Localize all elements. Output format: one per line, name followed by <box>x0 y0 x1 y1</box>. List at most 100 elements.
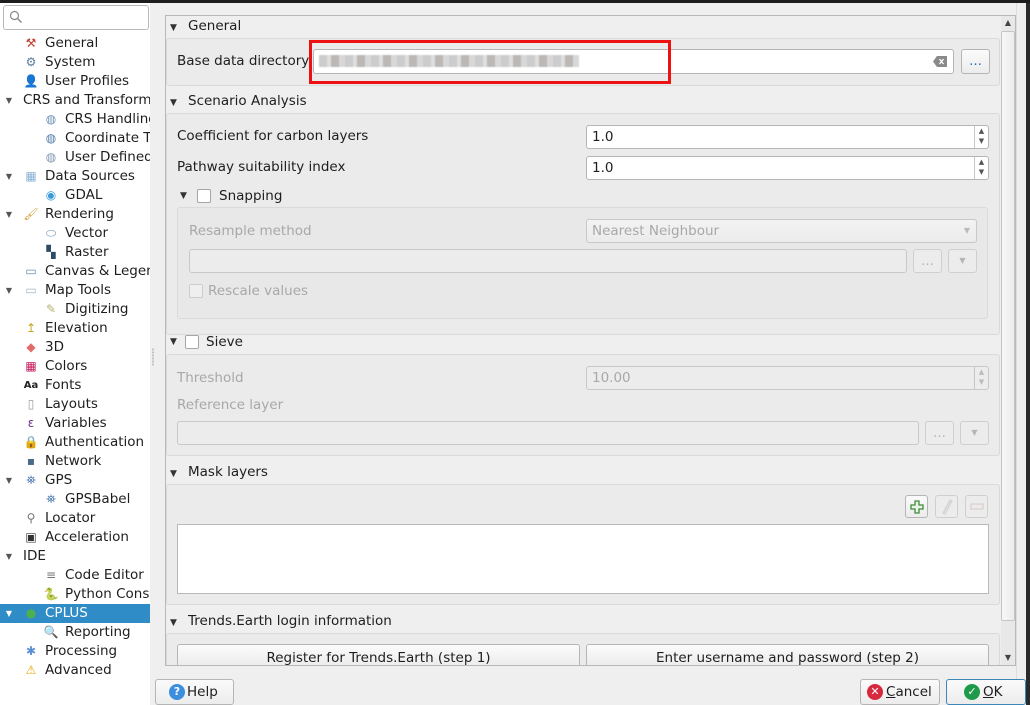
snapping-checkbox[interactable] <box>197 189 211 203</box>
pathway-spinbox[interactable]: 1.0 ▲ ▼ <box>586 156 989 180</box>
rescale-checkbox[interactable] <box>189 284 203 298</box>
sidebar-item-map-tools[interactable]: ▼ ▭ Map Tools <box>0 281 150 300</box>
spin-arrows-icon[interactable]: ▲ ▼ <box>974 126 988 148</box>
sidebar-item-general[interactable]: ⚒ General <box>0 34 150 53</box>
sidebar-item-system[interactable]: ⚙ System <box>0 53 150 72</box>
sidebar-item-user-defined-crs[interactable]: ◍ User Defined CRS <box>0 148 150 167</box>
scrollbar-thumb[interactable] <box>1001 31 1015 621</box>
spin-arrows-icon[interactable]: ▲ ▼ <box>974 157 988 179</box>
sidebar-item-layouts[interactable]: ▯ Layouts <box>0 395 150 414</box>
register-trends-earth-button[interactable]: Register for Trends.Earth (step 1) <box>177 644 580 666</box>
sidebar-item-authentication[interactable]: 🔒 Authentication <box>0 433 150 452</box>
enter-credentials-button[interactable]: Enter username and password (step 2) <box>586 644 989 666</box>
clear-input-icon[interactable] <box>933 56 947 67</box>
base-dir-browse-button[interactable]: ... <box>961 49 990 74</box>
sidebar-item-gps[interactable]: ▼ ⛯ GPS <box>0 471 150 490</box>
expand-arrow-icon[interactable]: ▼ <box>4 205 14 224</box>
gps-satellite-icon: ⛯ <box>26 473 36 487</box>
expand-arrow-icon[interactable]: ▼ <box>4 604 14 623</box>
options-sidebar: ⚒ General ⚙ System 👤 User Profiles ▼ CRS and Tr… <box>0 3 150 705</box>
sidebar-item-colors[interactable]: ▦ Colors <box>0 357 150 376</box>
trends-section-header[interactable]: ▼ Trends.Earth login information <box>170 611 392 631</box>
sidebar-item-advanced[interactable]: ⚠ Advanced <box>0 661 150 680</box>
remove-mask-layer-button[interactable] <box>965 495 988 518</box>
help-button[interactable]: ? Help <box>155 679 234 705</box>
sidebar-item-coordinate-transforms[interactable]: ◍ Coordinate Transforms <box>0 129 150 148</box>
scenario-section-header[interactable]: ▼ Scenario Analysis <box>170 91 307 111</box>
sidebar-item-variables[interactable]: ε Variables <box>0 414 150 433</box>
sidebar-item-gdal[interactable]: ◉ GDAL <box>0 186 150 205</box>
expand-arrow-icon[interactable]: ▼ <box>4 281 14 300</box>
sidebar-item-crs-handling[interactable]: ◍ CRS Handling <box>0 110 150 129</box>
sieve-checkbox[interactable] <box>185 335 199 349</box>
sidebar-item-fonts[interactable]: Aa Fonts <box>0 376 150 395</box>
sidebar-item-label: Digitizing <box>65 301 129 317</box>
sidebar-item-rendering[interactable]: ▼ 🖌 Rendering <box>0 205 150 224</box>
sidebar-item-vector[interactable]: ⬭ Vector <box>0 224 150 243</box>
sidebar-item-label: Acceleration <box>45 529 129 545</box>
sidebar-item-user-profiles[interactable]: 👤 User Profiles <box>0 72 150 91</box>
sidebar-item-label: 3D <box>45 339 64 355</box>
pathway-value: 1.0 <box>592 160 614 176</box>
add-mask-layer-button[interactable] <box>905 495 928 518</box>
sidebar-item-locator[interactable]: ⚲ Locator <box>0 509 150 528</box>
sidebar-item-cplus[interactable]: ▼ ● CPLUS <box>0 604 150 623</box>
sidebar-item-processing[interactable]: ✱ Processing <box>0 642 150 661</box>
sidebar-item-canvas-legend[interactable]: ▭ Canvas & Legend <box>0 262 150 281</box>
expand-arrow-icon[interactable]: ▼ <box>4 547 14 566</box>
reference-layer-label: Reference layer <box>177 397 284 413</box>
sidebar-item-ide[interactable]: ▼ IDE <box>0 547 150 566</box>
scroll-up-arrow-icon[interactable]: ▲ <box>1001 16 1015 30</box>
reference-layer-dropdown-button[interactable]: ▼ <box>960 421 989 445</box>
snap-layer-browse-button[interactable]: ... <box>913 249 942 273</box>
mask-section-header[interactable]: ▼ Mask layers <box>170 462 268 482</box>
expand-arrow-icon[interactable]: ▼ <box>4 167 14 186</box>
gdal-globe-icon: ◉ <box>45 188 57 202</box>
ok-button[interactable]: ✓ OK <box>946 679 1026 705</box>
snap-layer-combo[interactable] <box>189 249 907 273</box>
snap-layer-dropdown-button[interactable]: ▼ <box>948 249 977 273</box>
sidebar-item-gpsbabel[interactable]: ⛯ GPSBabel <box>0 490 150 509</box>
sidebar-item-raster[interactable]: ▚ Raster <box>0 243 150 262</box>
scroll-down-arrow-icon[interactable]: ▼ <box>1001 651 1015 665</box>
sidebar-item-label: GDAL <box>65 187 103 203</box>
search-icon <box>9 10 22 23</box>
reference-layer-combo[interactable] <box>177 421 919 445</box>
base-dir-label: Base data directory <box>177 53 310 69</box>
reference-layer-browse-button[interactable]: ... <box>925 421 954 445</box>
chevron-down-icon: ▼ <box>971 428 978 437</box>
expand-arrow-icon[interactable]: ▼ <box>4 471 14 490</box>
sidebar-item-python-console[interactable]: 🐍 Python Console <box>0 585 150 604</box>
sidebar-search-input[interactable] <box>3 5 149 30</box>
sidebar-item-code-editor[interactable]: ≡ Code Editor <box>0 566 150 585</box>
search-field[interactable] <box>24 8 144 27</box>
sidebar-item-label: Processing <box>45 643 118 659</box>
vector-polygon-icon: ⬭ <box>45 226 57 240</box>
sidebar-item-acceleration[interactable]: ▣ Acceleration <box>0 528 150 547</box>
threshold-spinbox[interactable]: 10.00 ▲ ▼ <box>586 366 989 390</box>
sidebar-item-label: Reporting <box>65 624 131 640</box>
sidebar-item-crs-and-transformations[interactable]: ▼ CRS and Transformations <box>0 91 150 110</box>
panel-scrollbar[interactable]: ▲ ▼ <box>1001 15 1016 666</box>
mask-layers-list[interactable] <box>177 524 989 594</box>
edit-mask-layer-button[interactable] <box>935 495 958 518</box>
sidebar-item-reporting[interactable]: 🔍 Reporting <box>0 623 150 642</box>
sidebar-item-digitizing[interactable]: ✎ Digitizing <box>0 300 150 319</box>
sidebar-item-3d[interactable]: ◆ 3D <box>0 338 150 357</box>
sidebar-item-elevation[interactable]: ↥ Elevation <box>0 319 150 338</box>
sidebar-item-network[interactable]: ▪ Network <box>0 452 150 471</box>
carbon-coef-spinbox[interactable]: 1.0 ▲ ▼ <box>586 125 989 149</box>
sieve-collapse-arrow-icon[interactable]: ▼ <box>170 332 177 352</box>
snapping-label: Snapping <box>219 188 283 204</box>
snapping-collapse-arrow-icon[interactable]: ▼ <box>180 186 187 206</box>
spin-arrows-icon[interactable]: ▲ ▼ <box>974 367 988 389</box>
highlight-annotation <box>309 40 671 84</box>
general-section-header[interactable]: ▼ General <box>170 16 241 36</box>
minus-icon <box>970 503 983 510</box>
sidebar-item-data-sources[interactable]: ▼ ▦ Data Sources <box>0 167 150 186</box>
splitter-handle[interactable] <box>152 348 154 366</box>
expand-arrow-icon[interactable]: ▼ <box>4 91 14 110</box>
resample-method-combo[interactable]: Nearest Neighbour ▼ <box>586 219 977 243</box>
cancel-button[interactable]: ✕ Cancel <box>860 679 940 705</box>
carbon-coef-value: 1.0 <box>592 129 614 145</box>
